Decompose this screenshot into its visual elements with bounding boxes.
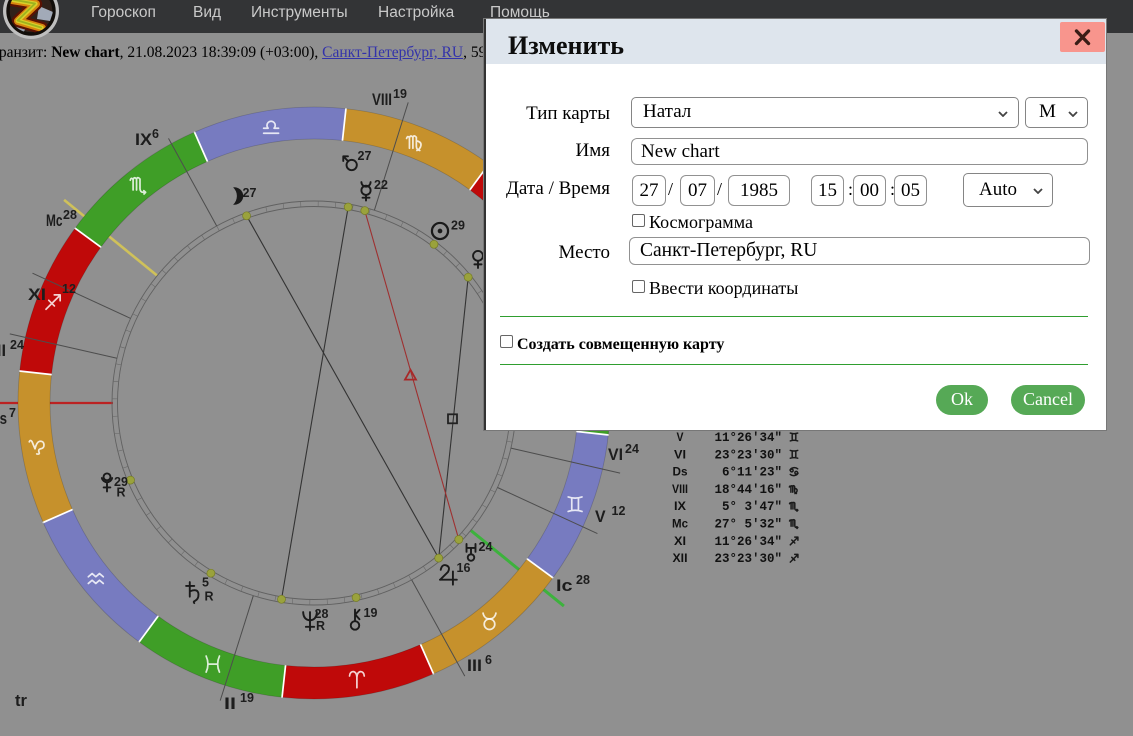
svg-text:24: 24 (479, 540, 493, 554)
svg-text:R: R (316, 619, 325, 633)
svg-text:As: As (0, 410, 7, 428)
svg-text:V: V (595, 508, 606, 526)
svg-text:Ds: Ds (673, 465, 688, 479)
svg-text:7: 7 (9, 406, 16, 420)
svg-text:V: V (677, 430, 684, 444)
svg-text:II: II (224, 695, 236, 713)
svg-text:XII: XII (0, 342, 6, 360)
svg-text:6: 6 (485, 653, 492, 667)
svg-text:27: 27 (243, 186, 257, 200)
svg-text:IX: IX (674, 499, 686, 513)
svg-text:19: 19 (393, 87, 407, 101)
svg-text:28: 28 (576, 573, 590, 587)
svg-text:24: 24 (625, 442, 639, 456)
svg-text:11°26'34″: 11°26'34″ (714, 535, 782, 549)
svg-text:24: 24 (10, 338, 24, 352)
svg-text:19: 19 (240, 691, 254, 705)
svg-text:XI: XI (674, 534, 686, 548)
svg-text:12: 12 (62, 282, 76, 296)
svg-text:tr: tr (15, 692, 28, 710)
svg-text:22: 22 (374, 178, 388, 192)
svg-text:VI: VI (608, 446, 623, 464)
svg-text:27: 27 (358, 149, 372, 163)
svg-text:12: 12 (612, 504, 626, 518)
svg-text:R: R (205, 590, 214, 604)
svg-text:23°23'30″: 23°23'30″ (714, 448, 782, 462)
svg-text:27° 5'32″: 27° 5'32″ (714, 518, 782, 532)
svg-text:29: 29 (451, 219, 465, 233)
svg-text:XII: XII (673, 551, 688, 565)
svg-text:Ic: Ic (556, 577, 573, 595)
svg-text:III: III (467, 657, 482, 675)
svg-text:16: 16 (457, 561, 471, 575)
svg-text:Mc: Mc (46, 212, 63, 230)
svg-text:11°26'34″: 11°26'34″ (714, 431, 782, 445)
svg-text:VIII: VIII (672, 482, 688, 496)
svg-text:R: R (117, 486, 126, 500)
svg-text:19: 19 (364, 606, 378, 620)
svg-text:6°11'23″: 6°11'23″ (714, 466, 782, 480)
svg-text:23°23'30″: 23°23'30″ (714, 552, 782, 566)
svg-text:5: 5 (202, 576, 209, 590)
svg-text:18°44'16″: 18°44'16″ (714, 483, 782, 497)
svg-text:IX: IX (135, 131, 152, 149)
svg-text:XI: XI (28, 286, 46, 304)
svg-text:6: 6 (152, 127, 159, 141)
svg-text:Mc: Mc (672, 517, 688, 531)
svg-text:VI: VI (674, 447, 686, 461)
svg-text:5° 3'47″: 5° 3'47″ (714, 500, 782, 514)
svg-text:28: 28 (63, 208, 77, 222)
svg-text:VIII: VIII (372, 91, 392, 109)
